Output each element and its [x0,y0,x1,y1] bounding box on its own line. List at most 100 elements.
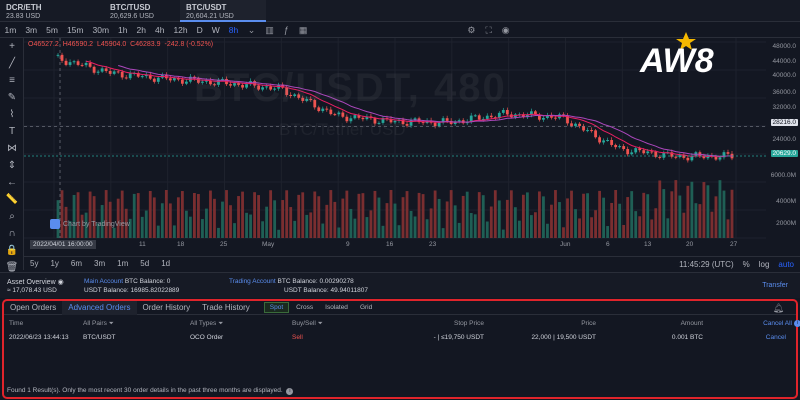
candle-body [120,71,124,78]
range-3m[interactable]: 3m [88,259,111,268]
candle-body [72,61,76,63]
text-icon[interactable]: T [0,123,24,140]
tradingview-logo[interactable]: Chart by TradingView [50,219,130,229]
ruler-icon[interactable]: 📏 [0,191,24,208]
ticker-dcr-eth[interactable]: DCR/ETH 23.83 USD [0,0,104,22]
back-icon[interactable]: ← [0,174,24,191]
candle-body [337,112,341,115]
camera-icon[interactable]: ◉ [497,22,515,38]
candle-body [642,150,646,154]
trendline-icon[interactable]: ╱ [0,55,24,72]
last-price-tag: 20629.0 [770,150,798,157]
transfer-button[interactable]: Transfer [762,282,788,289]
volume-bar [437,198,441,238]
filter-grid[interactable]: Grid [355,303,377,312]
ticker-btc-tusd[interactable]: BTC/TUSD 20,629.6 USD [104,0,180,22]
volume-bar [433,190,437,238]
timeframe-5m[interactable]: 5m [42,22,63,38]
time-axis[interactable]: 2022/04/01 16:00:00 11 18 25 May 9 16 23… [24,240,766,252]
volume-bar [233,223,236,238]
y-tick-label: 4000M [776,198,796,205]
timeframe-3m[interactable]: 3m [21,22,42,38]
candle-body [658,156,662,158]
filter-isolated[interactable]: Isolated [320,303,353,312]
timeframe-4h[interactable]: 4h [150,22,168,38]
col-stop-price: Stop Price [454,320,484,327]
pattern-icon[interactable]: ⌇ [0,106,24,123]
trading-account-label[interactable]: Trading Account [229,278,276,285]
volume-bar [365,217,369,238]
price-axis[interactable]: 48000.0 44000.0 40000.0 36000.0 32000.0 … [766,38,800,256]
percent-toggle[interactable]: % [743,260,750,269]
timeframe-1h[interactable]: 1h [114,22,132,38]
timeframe-8h[interactable]: 8h [224,22,242,38]
candle-body [156,77,160,82]
utc-clock[interactable]: 11:45:29 (UTC) [679,260,734,269]
log-toggle[interactable]: log [759,260,770,269]
timeframe-15m[interactable]: 15m [62,22,88,38]
range-1y[interactable]: 1y [44,259,64,268]
settings-icon[interactable]: ⚙ [462,22,480,38]
magnet-icon[interactable]: ∩ [0,225,24,242]
fullscreen-icon[interactable]: ⛶ [480,22,496,38]
timeframe-w[interactable]: W [207,22,224,38]
cancel-all-button[interactable]: Cancel All i [763,320,800,327]
volume-bar [136,193,140,238]
range-1d[interactable]: 1d [155,259,176,268]
col-side-filter[interactable]: Buy/Sell ⏷ [292,320,323,328]
main-account-label[interactable]: Main Account [84,278,123,285]
range-5y[interactable]: 5y [24,259,44,268]
timeframe-d[interactable]: D [192,22,207,38]
timeframe-30m[interactable]: 30m [88,22,114,38]
bell-icon[interactable]: 🔔︎ [773,303,784,314]
volume-bar [529,215,533,238]
crosshair-time-tag: 2022/04/01 16:00:00 [30,240,96,249]
xabcd-icon[interactable]: ⋈ [0,140,24,157]
volume-bar [730,189,734,238]
candle-style-icon[interactable]: ▥ [260,22,279,38]
trading-usdt-balance: USDT Balance: 49.94011807 [284,287,368,294]
range-6m[interactable]: 6m [65,259,88,268]
ohlc-open: O46527.2 [28,41,59,48]
timeframe-12h[interactable]: 12h [169,22,192,38]
candle-body [578,123,581,126]
candle-body [76,61,80,65]
tab-open-orders[interactable]: Open Orders [4,301,62,315]
order-side: Sell [292,334,303,341]
tradingview-icon [50,219,60,229]
volume-bar [349,208,353,238]
col-types-filter[interactable]: All Types ⏷ [190,320,223,328]
zoom-icon[interactable]: ⌕ [0,208,24,225]
measure-icon[interactable]: ⇕ [0,157,24,174]
filter-spot[interactable]: Spot [263,302,290,313]
volume-bar [257,195,261,238]
range-1m[interactable]: 1m [111,259,134,268]
indicators-icon[interactable]: ƒ [279,22,294,38]
ticker-btc-usdt[interactable]: BTC/USDT 20,604.21 USD [180,0,266,22]
volume-bar [229,205,232,238]
tab-advanced-orders[interactable]: Advanced Orders [62,300,137,315]
auto-toggle[interactable]: auto [778,260,794,269]
crosshair-icon[interactable]: + [0,38,24,55]
timeframe-2h[interactable]: 2h [132,22,150,38]
volume-bar [261,221,265,238]
col-pairs-filter[interactable]: All Pairs ⏷ [83,320,114,328]
filter-cross[interactable]: Cross [291,303,318,312]
volume-bar [217,227,220,238]
ticker-pair: DCR/ETH [6,3,42,12]
volume-bar [253,192,256,238]
range-5d[interactable]: 5d [134,259,155,268]
eye-icon[interactable]: ◉ [58,279,64,286]
candle-body [610,140,614,145]
lock-icon[interactable]: 🔒 [0,242,24,259]
chevron-down-icon[interactable]: ⌄ [243,22,261,38]
tab-order-history[interactable]: Order History [137,301,197,315]
volume-bar [594,210,597,238]
tab-trade-history[interactable]: Trade History [196,301,256,315]
cancel-order-button[interactable]: Cancel [766,334,786,341]
brush-icon[interactable]: ✎ [0,89,24,106]
layout-icon[interactable]: ▦ [294,22,313,38]
timeframe-1m[interactable]: 1m [0,22,21,38]
horizontal-line-icon[interactable]: ≡ [0,72,24,89]
candle-body [477,115,481,120]
